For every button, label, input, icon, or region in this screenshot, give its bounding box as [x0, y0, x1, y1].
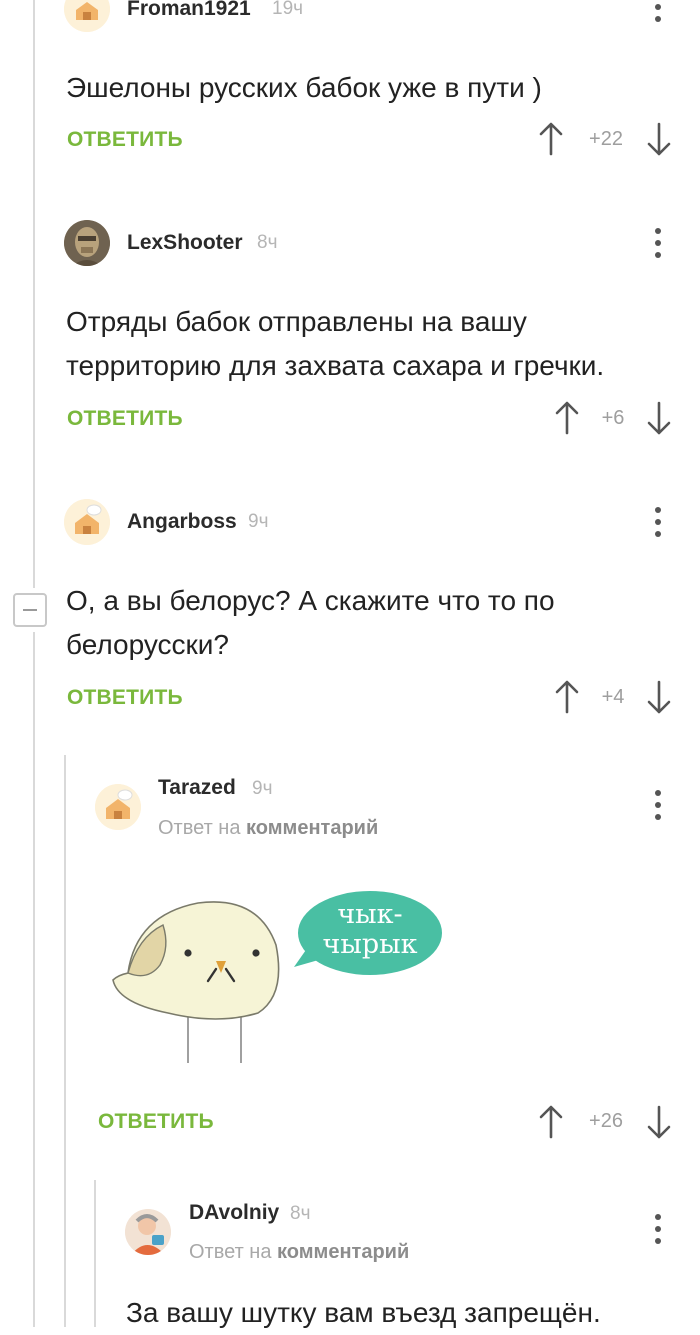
avatar[interactable]: [64, 499, 110, 545]
arrow-down-icon[interactable]: [647, 1105, 671, 1139]
comment-text: За вашу шутку вам въезд запрещён.: [126, 1297, 601, 1328]
comment-image[interactable]: чык- чырык: [108, 885, 448, 1065]
comment-time: 8ч: [290, 1203, 311, 1224]
arrow-up-icon[interactable]: [555, 680, 579, 714]
arrow-down-icon[interactable]: [647, 680, 671, 714]
comment-author[interactable]: Tarazed: [158, 776, 236, 800]
thread-line-level-2: [64, 755, 66, 1327]
arrow-up-icon[interactable]: [539, 1105, 563, 1139]
vote-score: +22: [589, 128, 623, 150]
comment-author[interactable]: DAvolniy: [189, 1201, 279, 1225]
comment-text: Отряды бабок отправлены на вашу территор…: [66, 306, 605, 381]
arrow-down-icon[interactable]: [647, 401, 671, 435]
arrow-up-icon[interactable]: [539, 122, 563, 156]
comment-text: Эшелоны русских бабок уже в пути ): [66, 72, 542, 103]
image-bubble-text-line1: чык-: [337, 899, 402, 930]
comment-time: 9ч: [252, 778, 273, 799]
more-vertical-icon[interactable]: [655, 1214, 661, 1244]
more-vertical-icon[interactable]: [655, 228, 661, 258]
comment-time: 9ч: [248, 511, 269, 532]
comment-author[interactable]: Froman1921: [127, 0, 251, 21]
image-bubble-text-line2: чырык: [323, 929, 418, 960]
comment-time: 19ч: [272, 0, 304, 19]
vote-score: +4: [601, 686, 625, 708]
vote-score: +26: [589, 1110, 623, 1132]
comment-author[interactable]: LexShooter: [127, 231, 243, 255]
comment-time: 8ч: [257, 232, 278, 253]
reply-to-link[interactable]: Ответ на комментарий: [189, 1241, 409, 1264]
reply-button[interactable]: ОТВЕТИТЬ: [67, 407, 183, 431]
avatar[interactable]: [125, 1209, 171, 1255]
collapse-minus-icon[interactable]: [13, 593, 47, 627]
more-vertical-icon[interactable]: [655, 507, 661, 537]
reply-button[interactable]: ОТВЕТИТЬ: [98, 1110, 214, 1134]
reply-to-link[interactable]: Ответ на комментарий: [158, 817, 378, 840]
avatar[interactable]: [64, 0, 110, 32]
comment-author[interactable]: Angarboss: [127, 510, 237, 534]
thread-line-root: [33, 0, 35, 588]
more-vertical-icon[interactable]: [655, 790, 661, 820]
reply-button[interactable]: ОТВЕТИТЬ: [67, 128, 183, 152]
arrow-up-icon[interactable]: [555, 401, 579, 435]
avatar[interactable]: [95, 784, 141, 830]
thread-line-root-lower: [33, 632, 35, 1327]
more-vertical-icon[interactable]: [655, 0, 661, 22]
reply-button[interactable]: ОТВЕТИТЬ: [67, 686, 183, 710]
comment-text: О, а вы белорус? А скажите что то по бел…: [66, 585, 555, 660]
arrow-down-icon[interactable]: [647, 122, 671, 156]
avatar[interactable]: [64, 220, 110, 266]
thread-line-level-3: [94, 1180, 96, 1327]
vote-score: +6: [601, 407, 625, 429]
